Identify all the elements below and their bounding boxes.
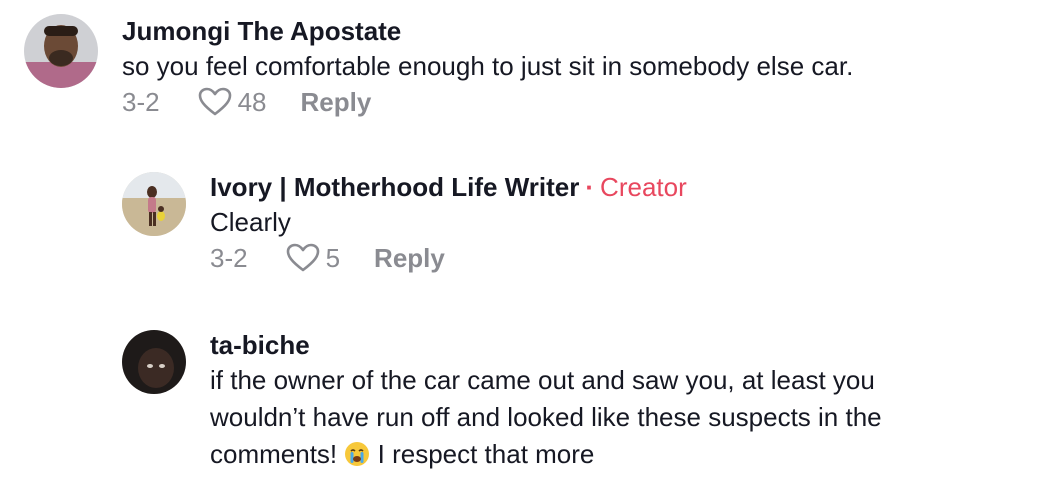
reply-button[interactable]: Reply (301, 85, 372, 119)
comment-username[interactable]: Ivory | Motherhood Life Writer · Creator (210, 170, 1010, 204)
like-count: 5 (325, 243, 341, 273)
comment-username[interactable]: Jumongi The Apostate (122, 14, 1022, 48)
comment: Jumongi The Apostate so you feel comfort… (24, 14, 1022, 119)
like-button[interactable]: 48 (198, 85, 267, 119)
comment-text: Clearly (210, 207, 291, 237)
comment-username[interactable]: ta-biche (210, 328, 1030, 362)
comment-reply: ta-biche if the owner of the car came ou… (122, 328, 1030, 473)
like-button[interactable]: 5 (286, 241, 340, 275)
comment-text-line: wouldn’t have run off and looked like th… (210, 402, 882, 432)
avatar[interactable] (122, 172, 186, 236)
comment-text-line: if the owner of the car came out and saw… (210, 365, 875, 395)
comment-text-segment: I respect that more (377, 439, 595, 469)
loudly-crying-face-icon (345, 442, 370, 466)
comment-reply: Ivory | Motherhood Life Writer · Creator C… (122, 170, 1010, 275)
heart-icon (198, 87, 231, 116)
comment-text-line: comments! I respect that more (210, 436, 1030, 473)
comment-text: so you feel comfortable enough to just s… (122, 51, 854, 81)
like-count: 48 (237, 87, 267, 117)
comment-text: if the owner of the car came out and saw… (210, 362, 1030, 473)
comment-meta: 3-2 48 Reply (122, 85, 1022, 119)
avatar[interactable] (24, 14, 98, 88)
heart-icon (286, 243, 319, 272)
avatar[interactable] (122, 330, 186, 394)
badge-separator: · (585, 172, 595, 202)
creator-badge: Creator (600, 172, 687, 202)
comment-date: 3-2 (210, 243, 248, 273)
comment-meta: 3-2 5 Reply (210, 241, 1010, 275)
creator-username: Ivory | Motherhood Life Writer (210, 172, 580, 202)
comment-text-segment: comments! (210, 439, 338, 469)
reply-button[interactable]: Reply (374, 241, 445, 275)
comment-date: 3-2 (122, 87, 160, 117)
